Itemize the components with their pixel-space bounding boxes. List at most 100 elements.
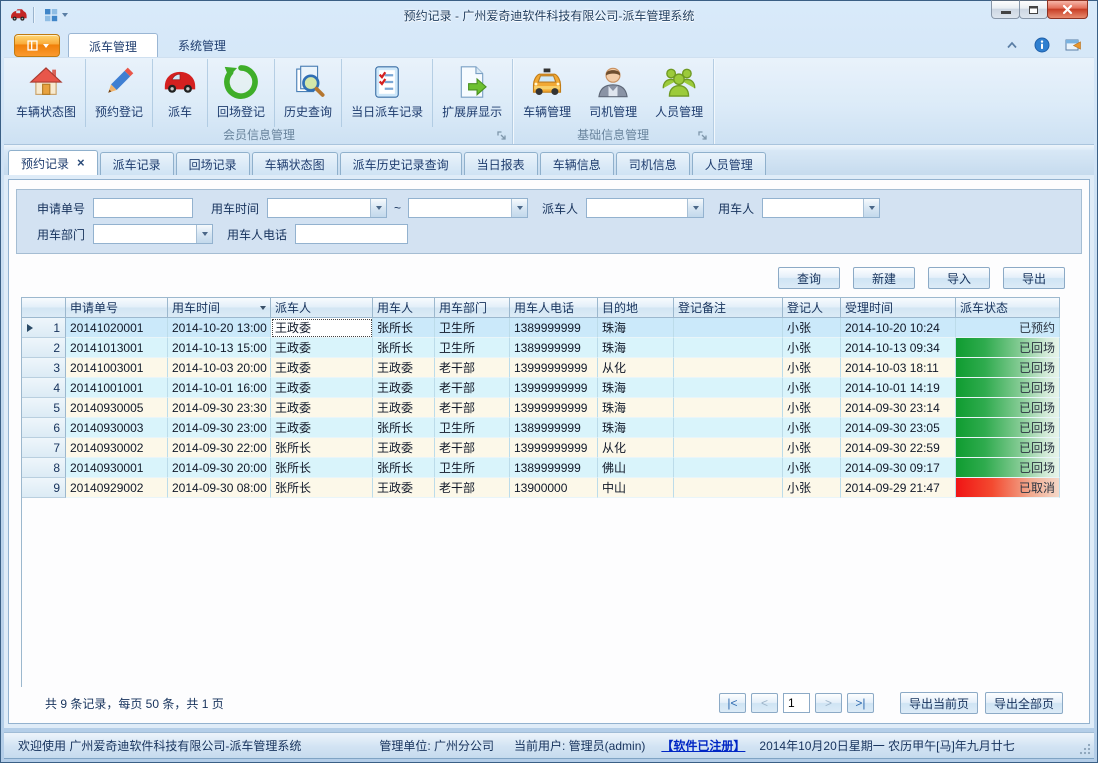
cell-registrar[interactable]: 小张 [783, 438, 841, 458]
export-current-page-button[interactable]: 导出当前页 [900, 692, 978, 714]
cell-user[interactable]: 王政委 [373, 438, 435, 458]
cell-status[interactable]: 已取消 [956, 478, 1060, 498]
table-row[interactable]: 7201409300022014-09-30 22:00张所长王政委老干部139… [22, 438, 1061, 458]
cell-dispatcher[interactable]: 王政委 [271, 338, 373, 358]
cell-accept-time[interactable]: 2014-09-30 09:17 [841, 458, 956, 478]
cell-dispatcher[interactable]: 王政委 [271, 418, 373, 438]
table-row[interactable]: 3201410030012014-10-03 20:00王政委王政委老干部139… [22, 358, 1061, 378]
column-header-indicator[interactable] [22, 297, 66, 318]
cell-remark[interactable] [674, 398, 783, 418]
cell-dispatcher[interactable]: 王政委 [271, 318, 373, 338]
cell-phone[interactable]: 1389999999 [510, 458, 598, 478]
user-combo[interactable] [762, 198, 880, 218]
cell-department[interactable]: 老干部 [435, 378, 510, 398]
tab-driver-info[interactable]: 司机信息 [616, 152, 690, 175]
cell-registrar[interactable]: 小张 [783, 418, 841, 438]
phone-input[interactable] [295, 224, 408, 244]
table-row[interactable]: 9201409290022014-09-30 08:00张所长王政委老干部139… [22, 478, 1061, 498]
cell-user[interactable]: 张所长 [373, 418, 435, 438]
dispatch-button[interactable]: 派车 [153, 59, 208, 127]
cell-status[interactable]: 已回场 [956, 358, 1060, 378]
cell-use-time[interactable]: 2014-09-30 20:00 [168, 458, 271, 478]
export-button[interactable]: 导出 [1003, 267, 1065, 289]
column-header-remark[interactable]: 登记备注 [674, 297, 783, 318]
cell-status[interactable]: 已回场 [956, 418, 1060, 438]
column-header-dispatcher[interactable]: 派车人 [271, 297, 373, 318]
dispatcher-combo[interactable] [586, 198, 704, 218]
last-page-button[interactable]: >| [847, 693, 874, 713]
cell-department[interactable]: 卫生所 [435, 338, 510, 358]
ribbon-tab-system-management[interactable]: 系统管理 [158, 33, 246, 57]
table-row[interactable]: 8201409300012014-09-30 20:00张所长张所长卫生所138… [22, 458, 1061, 478]
cell-phone[interactable]: 1389999999 [510, 418, 598, 438]
column-header-use-time[interactable]: 用车时间 [168, 297, 271, 318]
history-query-button[interactable]: 历史查询 [275, 59, 342, 127]
cell-request-no[interactable]: 20141003001 [66, 358, 168, 378]
cell-accept-time[interactable]: 2014-09-30 23:14 [841, 398, 956, 418]
close-tab-icon[interactable]: × [77, 158, 85, 168]
cell-request-no[interactable]: 20140930005 [66, 398, 168, 418]
use-time-from-combo[interactable] [267, 198, 387, 218]
cell-destination[interactable]: 从化 [598, 358, 674, 378]
cell-phone[interactable]: 13900000 [510, 478, 598, 498]
cell-status[interactable]: 已回场 [956, 398, 1060, 418]
cell-registrar[interactable]: 小张 [783, 458, 841, 478]
cell-department[interactable]: 老干部 [435, 358, 510, 378]
next-page-button[interactable]: > [815, 693, 842, 713]
cell-destination[interactable]: 从化 [598, 438, 674, 458]
tab-vehicle-info[interactable]: 车辆信息 [540, 152, 614, 175]
cell-dispatcher[interactable]: 张所长 [271, 458, 373, 478]
cell-user[interactable]: 王政委 [373, 398, 435, 418]
cell-dispatcher[interactable]: 张所长 [271, 478, 373, 498]
cell-accept-time[interactable]: 2014-10-01 14:19 [841, 378, 956, 398]
cell-remark[interactable] [674, 378, 783, 398]
cell-dispatcher[interactable]: 王政委 [271, 398, 373, 418]
cell-status[interactable]: 已预约 [956, 318, 1060, 338]
cell-destination[interactable]: 佛山 [598, 458, 674, 478]
table-row[interactable]: 1201410200012014-10-20 13:00王政委张所长卫生所138… [22, 318, 1061, 338]
cell-registrar[interactable]: 小张 [783, 478, 841, 498]
cell-destination[interactable]: 珠海 [598, 398, 674, 418]
cell-department[interactable]: 卫生所 [435, 458, 510, 478]
cell-use-time[interactable]: 2014-09-30 22:00 [168, 438, 271, 458]
first-page-button[interactable]: |< [719, 693, 746, 713]
cell-accept-time[interactable]: 2014-09-29 21:47 [841, 478, 956, 498]
return-register-button[interactable]: 回场登记 [208, 59, 275, 127]
cell-registrar[interactable]: 小张 [783, 338, 841, 358]
dropdown-arrow-icon[interactable] [687, 199, 703, 217]
cell-accept-time[interactable]: 2014-10-20 10:24 [841, 318, 956, 338]
cell-status[interactable]: 已回场 [956, 458, 1060, 478]
tab-return-records[interactable]: 回场记录 [176, 152, 250, 175]
cell-user[interactable]: 王政委 [373, 358, 435, 378]
cell-phone[interactable]: 1389999999 [510, 338, 598, 358]
cell-destination[interactable]: 珠海 [598, 378, 674, 398]
cell-accept-time[interactable]: 2014-10-03 18:11 [841, 358, 956, 378]
resize-grip-icon[interactable] [1079, 743, 1091, 755]
cell-remark[interactable] [674, 478, 783, 498]
cell-department[interactable]: 卫生所 [435, 418, 510, 438]
driver-management-button[interactable]: 司机管理 [580, 59, 646, 127]
cell-use-time[interactable]: 2014-09-30 23:00 [168, 418, 271, 438]
query-button[interactable]: 查询 [778, 267, 840, 289]
cell-remark[interactable] [674, 358, 783, 378]
ribbon-tab-dispatch-management[interactable]: 派车管理 [68, 33, 158, 57]
cell-remark[interactable] [674, 438, 783, 458]
cell-request-no[interactable]: 20140930002 [66, 438, 168, 458]
quick-access-toolbar-button[interactable] [40, 5, 71, 25]
import-button[interactable]: 导入 [928, 267, 990, 289]
tab-reservation-records[interactable]: 预约记录× [8, 150, 98, 175]
vehicle-management-button[interactable]: 车辆管理 [514, 59, 580, 127]
new-button[interactable]: 新建 [853, 267, 915, 289]
license-status-link[interactable]: 【软件已注册】 [661, 737, 745, 754]
tab-daily-report[interactable]: 当日报表 [464, 152, 538, 175]
collapse-ribbon-icon[interactable] [1004, 37, 1020, 53]
page-number-input[interactable] [783, 693, 810, 713]
cell-use-time[interactable]: 2014-10-20 13:00 [168, 318, 271, 338]
column-header-user[interactable]: 用车人 [373, 297, 435, 318]
cell-department[interactable]: 老干部 [435, 438, 510, 458]
personnel-management-button[interactable]: 人员管理 [646, 59, 712, 127]
cell-registrar[interactable]: 小张 [783, 358, 841, 378]
table-row[interactable]: 2201410130012014-10-13 15:00王政委张所长卫生所138… [22, 338, 1061, 358]
dropdown-arrow-icon[interactable] [196, 225, 212, 243]
cell-use-time[interactable]: 2014-10-13 15:00 [168, 338, 271, 358]
